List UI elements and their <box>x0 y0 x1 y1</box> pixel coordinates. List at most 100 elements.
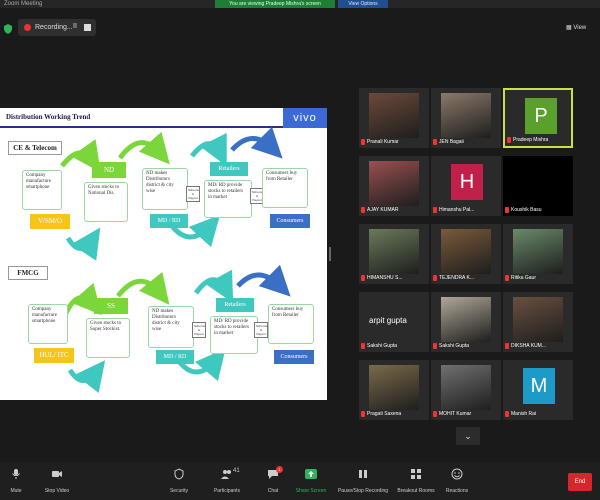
record-dot-icon <box>24 24 31 31</box>
participant-tile[interactable]: P Pradeep Mishra <box>503 88 573 148</box>
participant-tile[interactable]: Koushik Basu <box>503 156 573 216</box>
avatar: P <box>525 98 557 134</box>
participant-name: Himanshu Pal... <box>439 207 475 213</box>
section2-manufacturer-box: Company manufacture smartphone <box>28 304 68 344</box>
participant-video <box>369 365 419 410</box>
breakout-rooms-icon <box>411 469 421 479</box>
section1-consumer-box: Consumers <box>270 214 310 228</box>
section2-ss-text: Given stocks to Super Stockist. <box>86 318 130 358</box>
window-title: Zoom Meeting <box>4 1 43 7</box>
title-bar: Zoom Meeting You are viewing Pradeep Mis… <box>0 0 600 8</box>
section1-label: CE & Telecom <box>8 141 62 155</box>
section2-md-text: ND makes Distributors district & city wi… <box>148 306 194 348</box>
arrow-2 <box>117 131 170 165</box>
arrow-8 <box>116 271 170 305</box>
top-row: Recording... II ▦ View <box>0 8 600 36</box>
section1-md-box: MD / RD <box>150 214 188 228</box>
participant-name: TEJENDRA K... <box>439 275 475 281</box>
participant-name: Manish Rai <box>511 411 537 417</box>
pause-recording-icon[interactable]: II <box>73 23 77 30</box>
participant-name: DIKSHA KUM... <box>511 343 547 349</box>
participant-caption: arpit gupta <box>369 316 407 325</box>
participants-button[interactable]: 41 Participants <box>210 462 244 500</box>
section1-nd-box: ND <box>92 162 126 178</box>
security-label: Security <box>169 488 189 494</box>
chat-label: Chat <box>267 488 279 494</box>
view-label: View <box>573 25 587 31</box>
section1-md-text: ND makes Distributors district & city wi… <box>142 168 188 210</box>
chevron-down-icon[interactable]: ⌄ <box>456 427 480 445</box>
video-camera-icon <box>52 471 62 477</box>
chat-button[interactable]: 1 Chat <box>260 462 286 500</box>
view-options-button[interactable]: View Options <box>338 0 388 8</box>
section2-retail-box: Retailers <box>216 298 254 312</box>
participant-tile[interactable]: HIMANSHU S... <box>359 224 429 284</box>
participant-tile[interactable]: Pragati Saxena <box>359 360 429 420</box>
participant-video <box>441 297 491 342</box>
microphone-icon <box>12 469 20 479</box>
participant-video <box>513 297 563 342</box>
muted-microphone-icon <box>361 275 365 281</box>
breakout-rooms-button[interactable]: Breakout Rooms <box>394 462 438 500</box>
security-button[interactable]: Security <box>164 462 194 500</box>
shield-icon[interactable] <box>4 24 12 34</box>
arrow-12 <box>236 264 291 297</box>
arrow-7 <box>63 282 102 316</box>
viewing-banner[interactable]: You are viewing Pradeep Mishra's screen <box>215 0 335 8</box>
pause-stop-recording-button[interactable]: Pause/Stop Recording <box>336 462 390 500</box>
shared-screen-slide: Distribution Working Trend vivo CE & Tel… <box>0 108 327 400</box>
arrow-1 <box>60 139 101 173</box>
participant-tile[interactable]: AJAY KUMAR <box>359 156 429 216</box>
participant-tile[interactable]: Ritika Gaur <box>503 224 573 284</box>
participant-tile[interactable]: JEN Bagaii <box>431 88 501 148</box>
arrow-9 <box>67 360 106 394</box>
muted-microphone-icon <box>505 275 509 281</box>
view-button[interactable]: ▦ View <box>566 24 586 31</box>
participant-tile[interactable]: DIKSHA KUM... <box>503 292 573 352</box>
participant-tile[interactable]: arpit gupta Sakshi Gupta <box>359 292 429 352</box>
section1-manufacturer-box: Company manufacture smartphone <box>22 170 62 210</box>
recording-label: Recording... <box>35 24 73 31</box>
arrow-5 <box>190 132 227 167</box>
resize-handle[interactable] <box>329 247 331 261</box>
end-meeting-button[interactable]: End <box>568 473 592 491</box>
muted-microphone-icon <box>361 343 365 349</box>
share-screen-icon <box>305 469 317 479</box>
section1-scheme-mini: Scheme & Payout <box>186 186 200 202</box>
participant-tile[interactable]: MOHIT Kumar <box>431 360 501 420</box>
muted-microphone-icon <box>433 139 437 145</box>
participant-tile[interactable]: Sakshi Gupta <box>431 292 501 352</box>
section2-company-box: HUL/ ITC <box>34 348 74 363</box>
share-screen-label: Share Screen <box>295 488 327 494</box>
stop-recording-icon[interactable] <box>84 24 91 31</box>
reactions-button[interactable]: Reactions <box>442 462 472 500</box>
mute-button[interactable]: Mute <box>2 462 30 500</box>
participant-tile[interactable]: M Manish Rai <box>503 360 573 420</box>
chat-badge: 1 <box>276 466 283 473</box>
participant-name: Pradeep Mishra <box>513 137 549 143</box>
pause-stop-recording-label: Pause/Stop Recording <box>337 488 389 494</box>
muted-microphone-icon <box>361 207 365 213</box>
participants-icon <box>221 470 231 479</box>
section2-ss-box: SS <box>94 298 128 314</box>
share-screen-button[interactable]: Share Screen <box>294 462 328 500</box>
mute-label: Mute <box>10 488 22 494</box>
stop-video-button[interactable]: Stop Video <box>40 462 74 500</box>
section2-consumer-box: Consumers <box>274 350 314 364</box>
section1-company-box: V/SM/O <box>30 214 70 229</box>
muted-microphone-icon <box>433 207 437 213</box>
avatar: H <box>451 164 483 200</box>
participant-name: MOHIT Kumar <box>439 411 472 417</box>
security-shield-icon <box>174 468 184 480</box>
participant-tile[interactable]: TEJENDRA K... <box>431 224 501 284</box>
muted-microphone-icon <box>361 411 365 417</box>
section1-nd-text: Given stocks to National Dis. <box>84 182 128 222</box>
section1-retail-text: MD/ RD provide stocks to retailers in ma… <box>204 180 252 218</box>
participant-tile[interactable]: H Himanshu Pal... <box>431 156 501 216</box>
participant-tile[interactable]: Pranali Kumar <box>359 88 429 148</box>
participant-name: Koushik Basu <box>511 207 542 213</box>
participant-video <box>441 229 491 274</box>
participant-name: Sakshi Gupta <box>439 343 470 349</box>
section2-payout-mini: Scheme & Payout <box>254 322 268 338</box>
section2-md-box: MD / RD <box>156 350 194 364</box>
